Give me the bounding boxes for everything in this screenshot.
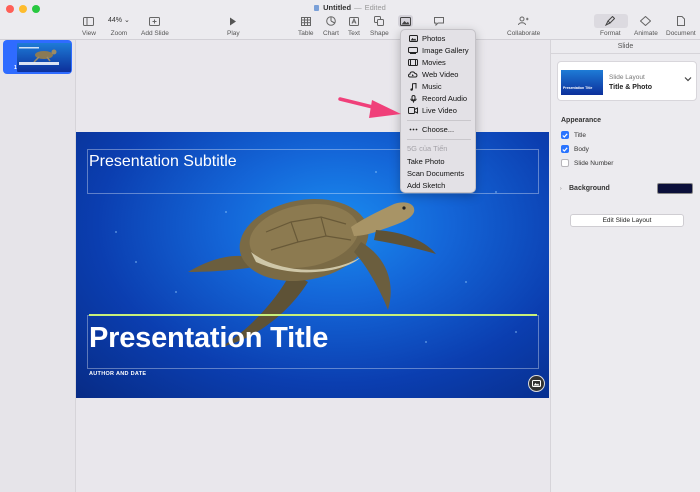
more-icon: [408, 126, 418, 134]
menu-divider: [407, 120, 471, 121]
slide-number-checkbox[interactable]: [561, 159, 569, 167]
comment-button[interactable]: [434, 15, 444, 30]
text-button[interactable]: Text: [348, 15, 360, 37]
animate-button[interactable]: Animate: [634, 15, 658, 37]
web-video-icon: [408, 71, 418, 79]
photo-icon: [408, 35, 418, 43]
zoom-value: 44% ⌄: [108, 17, 130, 24]
microphone-icon: [408, 94, 418, 103]
slide-subtitle[interactable]: Presentation Subtitle: [89, 153, 237, 171]
body-checkbox[interactable]: [561, 145, 569, 153]
gallery-icon: [408, 47, 418, 55]
checkmark-icon: [562, 132, 568, 138]
table-button[interactable]: Table: [298, 15, 314, 37]
comment-icon: [434, 15, 444, 27]
movie-icon: [408, 59, 418, 67]
add-slide-button[interactable]: Add Slide: [141, 15, 169, 37]
menu-divider: [407, 139, 471, 140]
menu-item-add-sketch[interactable]: Add Sketch: [407, 181, 445, 190]
replace-photo-button[interactable]: [528, 375, 545, 392]
body-checkbox-row[interactable]: Body: [561, 145, 589, 153]
checkmark-icon: [562, 146, 568, 152]
view-button[interactable]: View: [82, 15, 96, 37]
menu-item-web-video[interactable]: Web Video: [408, 70, 458, 79]
title-accent-line: [89, 314, 537, 316]
slide-layout-picker[interactable]: Presentation Title Slide Layout Title & …: [557, 61, 697, 101]
slide-thumbnail[interactable]: 1: [3, 40, 72, 74]
chevron-down-icon: [684, 77, 692, 82]
format-button[interactable]: Format: [600, 15, 621, 37]
photo-icon: [532, 380, 541, 387]
shape-button[interactable]: Shape: [370, 15, 389, 37]
menu-item-scan-documents[interactable]: Scan Documents: [407, 169, 464, 178]
slide[interactable]: Presentation Subtitle Presentation Title…: [76, 132, 549, 398]
paintbrush-icon: [605, 15, 616, 27]
document-icon: [314, 5, 320, 11]
slide-canvas: Presentation Subtitle Presentation Title…: [76, 40, 550, 492]
format-inspector: Slide Presentation Title Slide Layout Ti…: [550, 40, 700, 492]
menu-item-take-photo[interactable]: Take Photo: [407, 157, 445, 166]
menu-item-photos[interactable]: Photos: [408, 34, 445, 43]
play-button[interactable]: Play: [227, 15, 240, 37]
slide-number-checkbox-row[interactable]: Slide Number: [561, 159, 613, 167]
zoom-button[interactable]: 44% ⌄ Zoom: [108, 15, 130, 37]
slide-thumbnail-image: [17, 43, 71, 72]
menu-item-music[interactable]: Music: [408, 82, 442, 91]
window-title: Untitled — Edited: [0, 3, 700, 12]
slide-author-date[interactable]: AUTHOR AND DATE: [89, 371, 146, 377]
inspector-tab-slide[interactable]: Slide: [551, 40, 700, 54]
slide-title[interactable]: Presentation Title: [89, 322, 328, 355]
animate-icon: [640, 15, 652, 27]
edit-slide-layout-button[interactable]: Edit Slide Layout: [570, 214, 684, 227]
chevron-down-icon: ⌄: [123, 17, 130, 24]
device-header: 5G của Tiến: [407, 144, 448, 153]
add-slide-icon: [149, 15, 161, 27]
background-color-well[interactable]: [657, 183, 693, 194]
appearance-heading: Appearance: [561, 117, 602, 124]
live-video-icon: [408, 106, 418, 115]
document-button[interactable]: Document: [666, 15, 696, 37]
chart-icon: [326, 15, 336, 27]
title-checkbox[interactable]: [561, 131, 569, 139]
slide-navigator: 1: [0, 40, 76, 492]
media-menu: Photos Image Gallery Movies Web Video Mu…: [400, 29, 476, 193]
collaborate-button[interactable]: Collaborate: [507, 15, 540, 37]
table-icon: [300, 15, 311, 27]
menu-item-live-video[interactable]: Live Video: [408, 106, 457, 115]
menu-item-movies[interactable]: Movies: [408, 58, 446, 67]
layout-thumbnail: Presentation Title: [561, 70, 603, 95]
text-box-icon: [348, 15, 359, 27]
menu-item-record-audio[interactable]: Record Audio: [408, 94, 467, 103]
disclosure-chevron-icon[interactable]: ›: [560, 186, 562, 192]
music-icon: [408, 82, 418, 91]
chart-button[interactable]: Chart: [323, 15, 339, 37]
title-checkbox-row[interactable]: Title: [561, 131, 586, 139]
document-settings-icon: [676, 15, 685, 27]
menu-item-choose[interactable]: Choose...: [408, 125, 454, 134]
play-icon: [229, 15, 237, 27]
media-icon: [398, 15, 413, 27]
menu-item-image-gallery[interactable]: Image Gallery: [408, 46, 469, 55]
shape-icon: [374, 15, 385, 27]
collaborate-icon: [518, 15, 529, 27]
background-label: Background: [569, 185, 610, 192]
toolbar: Untitled — Edited View 44% ⌄ Zoom Add Slid…: [0, 0, 700, 40]
sidebar-view-icon: [83, 15, 95, 27]
